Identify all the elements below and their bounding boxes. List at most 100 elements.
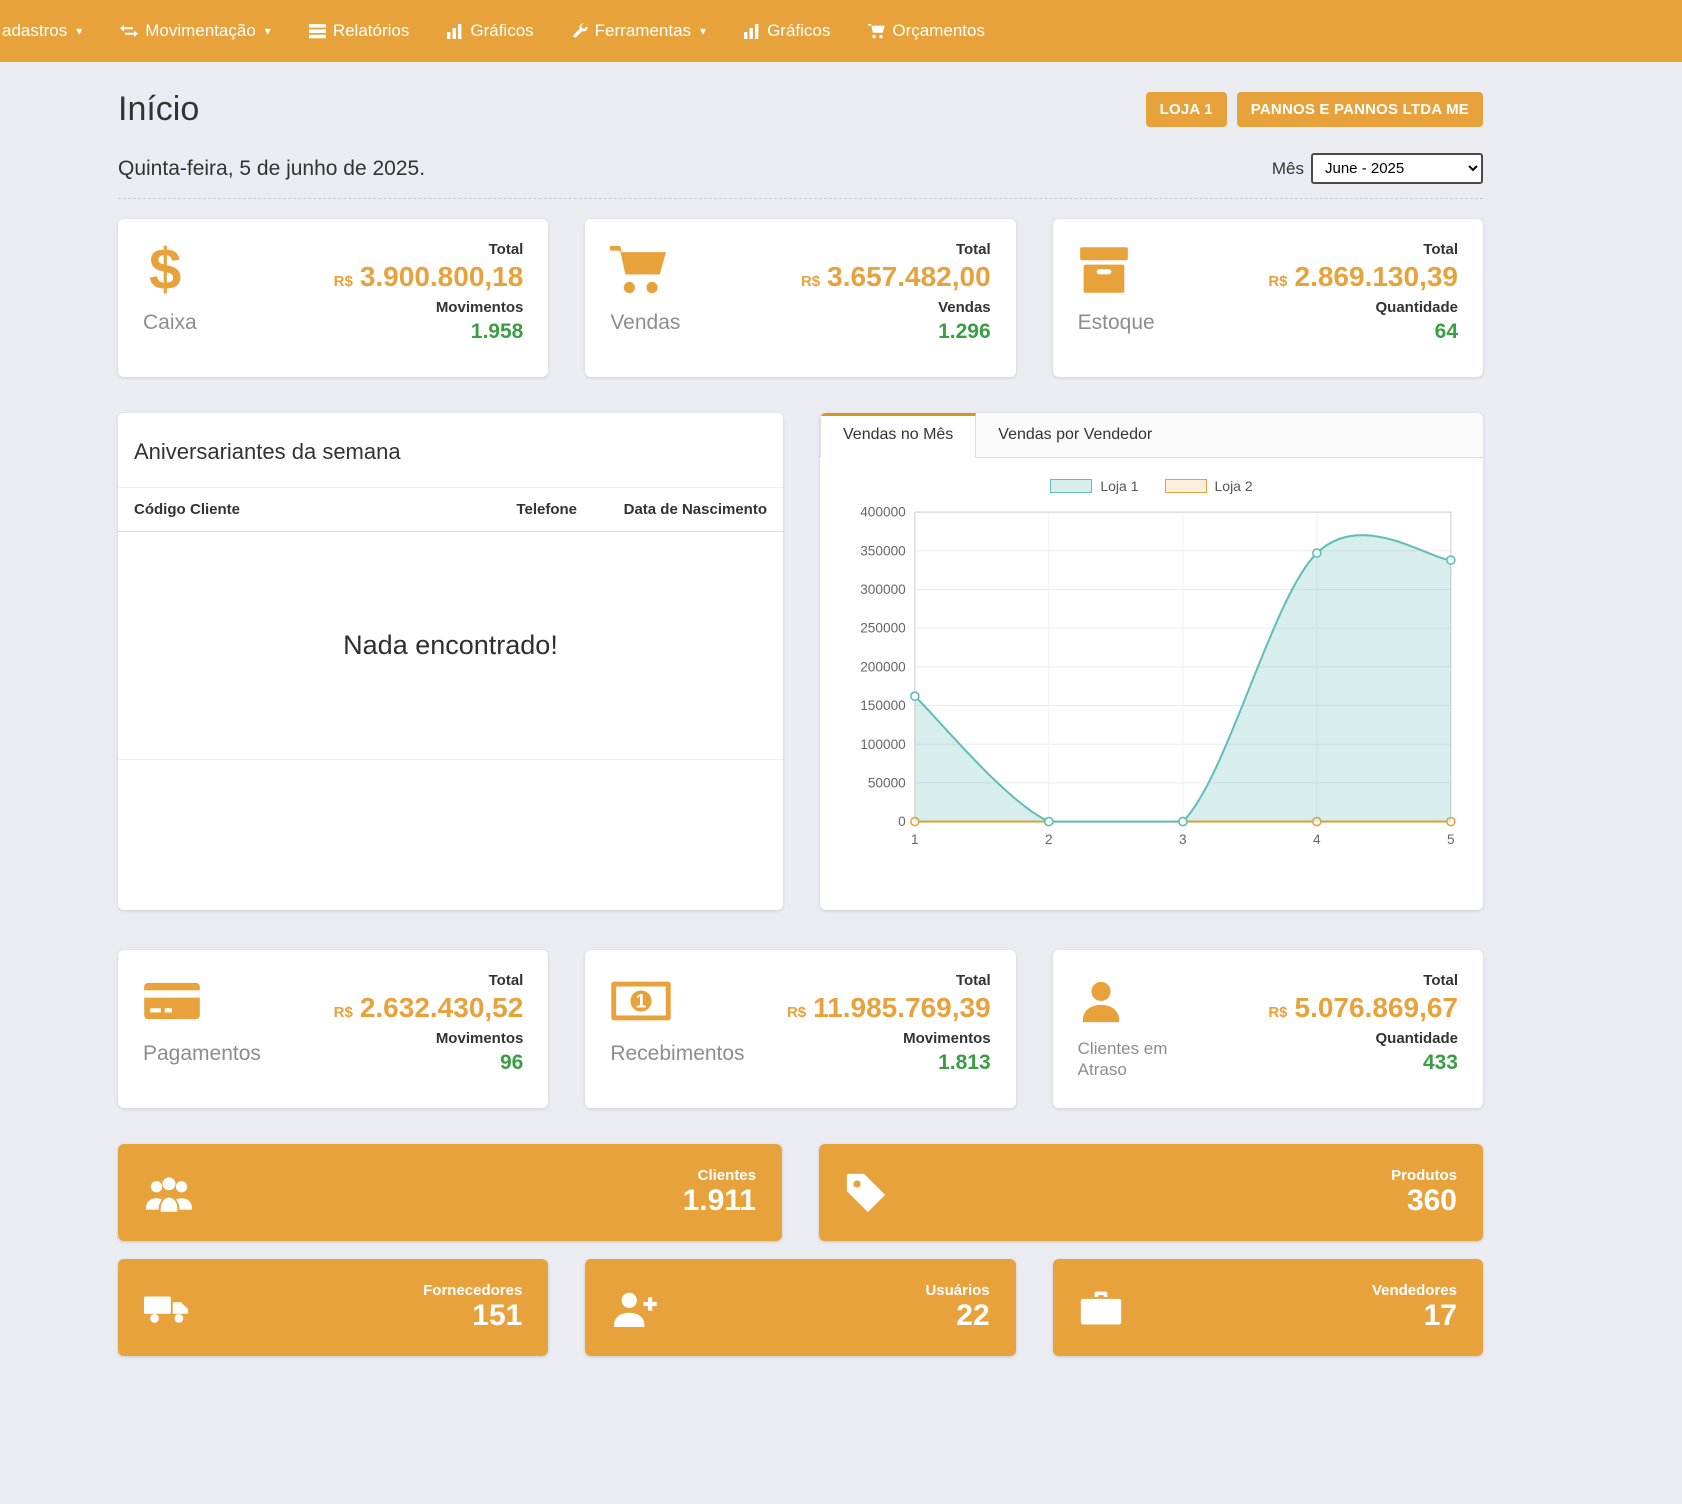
exchange-icon [120, 25, 138, 37]
nav-item-orcamentos[interactable]: Orçamentos [849, 0, 1004, 62]
chevron-down-icon: ▾ [700, 24, 706, 38]
total-value: 2.869.130,39 [1295, 261, 1459, 292]
loja2-swatch [1165, 479, 1207, 493]
sales-tabs: Vendas no Mês Vendas por Vendedor [820, 413, 1483, 458]
dollar-icon: $ [143, 241, 197, 299]
metric-label: Movimentos [334, 299, 524, 316]
nav-item-label: Relatórios [333, 21, 410, 41]
tab-vendas-por-vendedor[interactable]: Vendas por Vendedor [976, 413, 1174, 457]
nav-item-label: Movimentação [145, 21, 256, 41]
metric-value: 1.813 [787, 1051, 991, 1075]
svg-text:350000: 350000 [860, 543, 906, 558]
legend-item-loja1[interactable]: Loja 1 [1050, 478, 1138, 494]
legend-item-loja2[interactable]: Loja 2 [1165, 478, 1253, 494]
tile-value: 17 [1372, 1299, 1457, 1334]
svg-text:3: 3 [1179, 832, 1187, 847]
usuarios-tile[interactable]: Usuários 22 [585, 1259, 1015, 1356]
tile-label: Clientes [683, 1167, 756, 1184]
metric-value: 433 [1268, 1051, 1458, 1075]
main-content: Início LOJA 1 PANNOS E PANNOS LTDA ME Qu… [118, 90, 1483, 1426]
svg-text:250000: 250000 [860, 621, 906, 636]
tile-value: 1.911 [683, 1184, 756, 1219]
store-badge[interactable]: LOJA 1 [1146, 92, 1227, 127]
total-label: Total [787, 972, 991, 989]
tile-label: Produtos [1391, 1167, 1457, 1184]
nav-item-label: Gráficos [470, 21, 533, 41]
metric-label: Quantidade [1268, 1030, 1458, 1047]
page-title: Início [118, 90, 199, 129]
column-header-codigo: Código [134, 501, 190, 518]
fornecedores-tile[interactable]: Fornecedores 151 [118, 1259, 548, 1356]
company-badge[interactable]: PANNOS E PANNOS LTDA ME [1237, 92, 1483, 127]
metric-label: Vendas [801, 299, 991, 316]
total-label: Total [1268, 972, 1458, 989]
nav-item-cadastros[interactable]: adastros ▾ [0, 0, 101, 62]
svg-text:200000: 200000 [860, 659, 906, 674]
metric-value: 96 [334, 1051, 524, 1075]
user-icon [1078, 972, 1188, 1030]
line-chart: 0500001000001500002000002500003000003500… [838, 502, 1465, 858]
nav-item-graficos-1[interactable]: Gráficos [428, 0, 552, 62]
nav-item-graficos-2[interactable]: Gráficos [725, 0, 849, 62]
empty-message: Nada encontrado! [118, 532, 783, 760]
total-label: Total [1268, 241, 1458, 258]
svg-text:4: 4 [1313, 832, 1321, 847]
svg-text:2: 2 [1045, 832, 1053, 847]
tile-value: 151 [423, 1299, 522, 1334]
chevron-down-icon: ▾ [265, 24, 271, 38]
vendedores-tile[interactable]: Vendedores 17 [1053, 1259, 1483, 1356]
birthdays-title: Aniversariantes da semana [118, 413, 783, 488]
produtos-tile[interactable]: Produtos 360 [819, 1144, 1483, 1241]
cart-icon [610, 241, 680, 299]
user-plus-icon [611, 1289, 657, 1327]
svg-text:300000: 300000 [860, 582, 906, 597]
nav-item-ferramentas[interactable]: Ferramentas ▾ [553, 0, 725, 62]
svg-text:50000: 50000 [868, 775, 906, 790]
money-bill-icon: 1 [610, 972, 744, 1030]
tag-icon [845, 1172, 887, 1214]
stat-label: Clientes em Atraso [1078, 1038, 1188, 1081]
column-header-nascimento: Data de Nascimento [577, 501, 767, 518]
chart-legend: Loja 1 Loja 2 [838, 478, 1465, 494]
legend-label: Loja 2 [1215, 478, 1253, 494]
current-date: Quinta-feira, 5 de junho de 2025. [118, 157, 425, 181]
clientes-tile[interactable]: Clientes 1.911 [118, 1144, 782, 1241]
chevron-down-icon: ▾ [76, 24, 82, 38]
total-value: 3.900.800,18 [360, 261, 524, 292]
tab-vendas-no-mes[interactable]: Vendas no Mês [820, 413, 976, 458]
sales-chart: Loja 1 Loja 2 05000010000015000020000025… [820, 458, 1483, 866]
month-select[interactable]: June - 2025 [1311, 153, 1483, 184]
stat-label: Pagamentos [143, 1042, 261, 1066]
tile-label: Fornecedores [423, 1282, 522, 1299]
loja1-swatch [1050, 479, 1092, 493]
svg-text:150000: 150000 [860, 698, 906, 713]
bar-chart-icon [447, 24, 463, 39]
birthdays-card: Aniversariantes da semana Código Cliente… [118, 413, 783, 910]
metric-label: Movimentos [334, 1030, 524, 1047]
total-value: 3.657.482,00 [827, 261, 991, 292]
truck-icon [144, 1290, 190, 1326]
currency-label: R$ [334, 1004, 353, 1021]
svg-text:100000: 100000 [860, 737, 906, 752]
tile-value: 22 [925, 1299, 989, 1334]
nav-item-label: Orçamentos [892, 21, 985, 41]
total-value: 2.632.430,52 [360, 992, 524, 1023]
box-icon [1078, 241, 1155, 299]
bar-chart-icon [744, 24, 760, 39]
column-header-cliente: Cliente [190, 501, 467, 518]
svg-text:400000: 400000 [860, 505, 906, 520]
credit-card-icon [143, 972, 261, 1030]
stat-label: Vendas [610, 311, 680, 335]
tile-label: Usuários [925, 1282, 989, 1299]
currency-label: R$ [334, 273, 353, 290]
top-nav: adastros ▾ Movimentação ▾ Relatórios Grá… [0, 0, 1682, 62]
nav-item-movimentacao[interactable]: Movimentação ▾ [101, 0, 290, 62]
stat-label: Caixa [143, 311, 197, 335]
vendas-card: Vendas Total R$3.657.482,00 Vendas 1.296 [585, 219, 1015, 377]
currency-label: R$ [787, 1004, 806, 1021]
total-value: 5.076.869,67 [1295, 992, 1459, 1023]
metric-value: 1.958 [334, 320, 524, 344]
pagamentos-card: Pagamentos Total R$2.632.430,52 Moviment… [118, 950, 548, 1108]
nav-item-relatorios[interactable]: Relatórios [290, 0, 429, 62]
currency-label: R$ [1268, 1004, 1287, 1021]
